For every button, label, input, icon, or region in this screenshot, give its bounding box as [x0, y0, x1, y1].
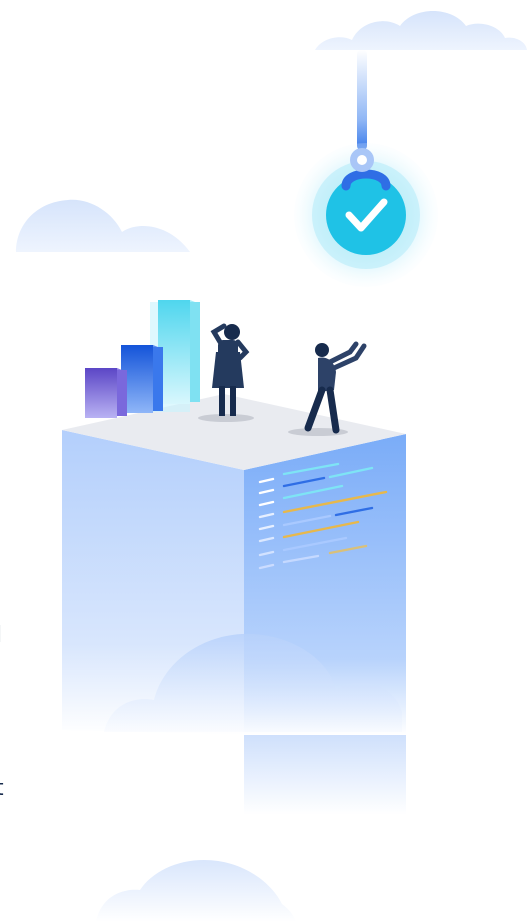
cloud-icon — [96, 860, 296, 922]
hero-illustration — [16, 11, 527, 922]
cloud-icon — [16, 199, 190, 252]
cube-reflection — [244, 735, 406, 815]
bar-chart-icon — [85, 300, 200, 418]
clipped-text-fragment: rt — [0, 778, 4, 800]
cloud-icon — [315, 11, 527, 50]
clipped-text-fragment: l — [0, 625, 2, 647]
crane-cable — [357, 50, 367, 150]
